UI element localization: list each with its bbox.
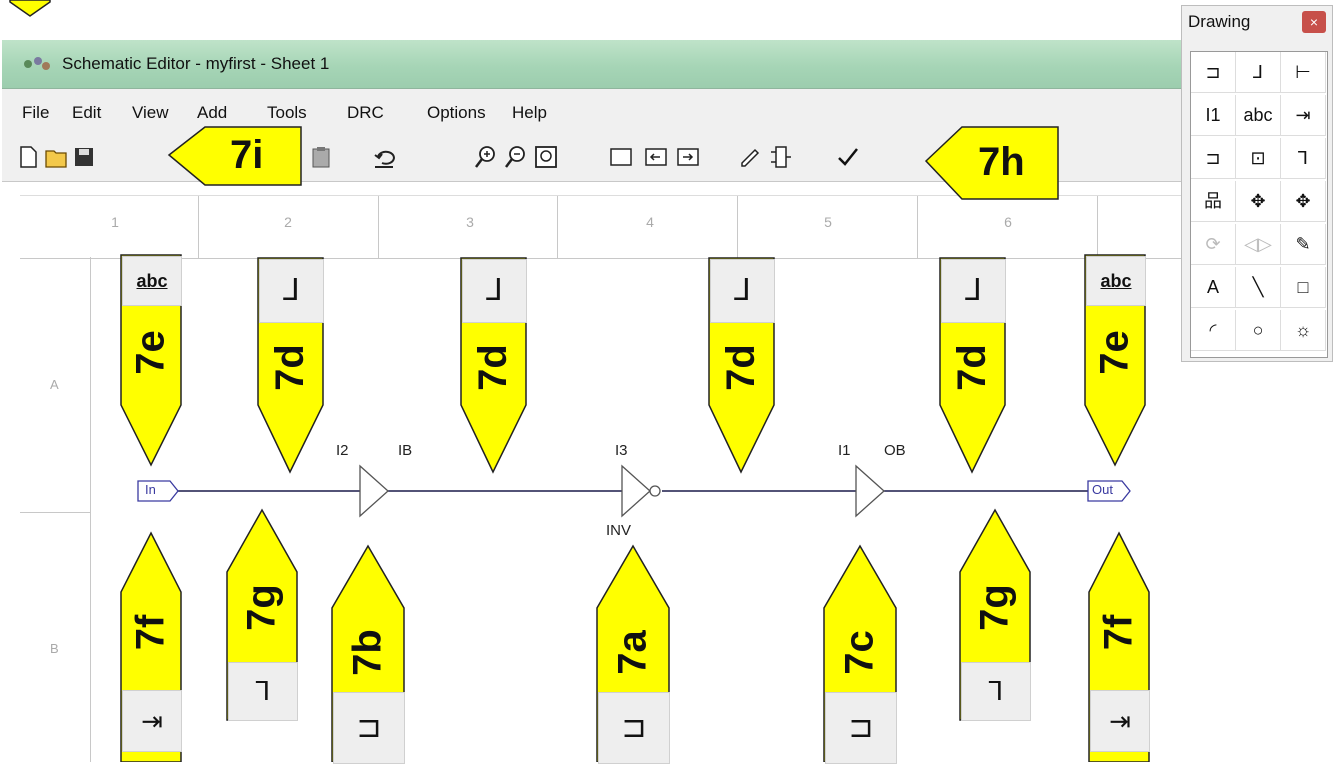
hierarchy-icon[interactable]: 品 xyxy=(1191,181,1236,222)
add-wire-icon: ⅃ xyxy=(941,259,1006,323)
add-io-marker-icon: ⇥ xyxy=(122,690,182,752)
drawing-palette: Drawing × ⊐ ⅃ ⊢ I1 abc ⇥ ⊐ ⊡ ⅂ 品 ✥ ✥ ⟳ ◁▷ ✎ A ╲ □ ◜ ○ ☼ xyxy=(1181,5,1333,362)
callout-7g-left-label: 7g xyxy=(239,584,284,631)
callout-7d-2-label: 7d xyxy=(471,344,515,391)
line-icon[interactable]: ╲ xyxy=(1236,267,1281,308)
rotate-icon[interactable]: ⟳ xyxy=(1191,224,1236,265)
add-wire-icon: ⅃ xyxy=(462,259,527,323)
add-component-icon: ⊐ xyxy=(333,692,405,764)
callout-7d-3-label: 7d xyxy=(719,344,763,391)
add-branch-icon: ⅂ xyxy=(228,662,298,721)
add-wire-icon: ⅃ xyxy=(710,259,775,323)
palette-tool-grid: ⊐ ⅃ ⊢ I1 abc ⇥ ⊐ ⊡ ⅂ 品 ✥ ✥ ⟳ ◁▷ ✎ A ╲ □ ◜ ○ ☼ xyxy=(1190,51,1328,358)
add-bus-tap-icon[interactable]: ⊐ xyxy=(1191,138,1236,179)
mirror-icon[interactable]: ◁▷ xyxy=(1236,224,1281,265)
close-icon[interactable]: × xyxy=(1302,11,1326,33)
callout-7c-label: 7c xyxy=(837,630,882,675)
add-branch-icon[interactable]: ⅂ xyxy=(1281,138,1326,179)
callout-7f-right-label: 7f xyxy=(1096,614,1141,651)
add-branch-icon: ⅂ xyxy=(961,662,1031,721)
add-component-icon[interactable]: ⊐ xyxy=(1191,52,1236,93)
callout-7f-left-label: 7f xyxy=(128,614,173,651)
pan-icon[interactable]: ✥ xyxy=(1281,181,1326,222)
add-io-marker-icon[interactable]: ⇥ xyxy=(1281,95,1326,136)
add-bus-icon[interactable]: ⊢ xyxy=(1281,52,1326,93)
callout-7b-label: 7b xyxy=(345,629,390,676)
image-icon[interactable]: ☼ xyxy=(1281,310,1326,351)
move-icon[interactable]: ✥ xyxy=(1236,181,1281,222)
add-io-marker-icon: ⇥ xyxy=(1090,690,1150,752)
add-net-name-icon: abc xyxy=(1086,256,1146,306)
callout-7a-label: 7a xyxy=(610,630,655,675)
callout-7e-left-label: 7e xyxy=(128,330,173,375)
rectangle-icon[interactable]: □ xyxy=(1281,267,1326,308)
add-instance-name-icon[interactable]: I1 xyxy=(1191,95,1236,136)
palette-title: Drawing xyxy=(1188,12,1251,31)
add-net-name-icon: abc xyxy=(122,256,182,306)
add-net-name-icon[interactable]: abc xyxy=(1236,95,1281,136)
add-wire-icon[interactable]: ⅃ xyxy=(1236,52,1281,93)
add-component-icon: ⊐ xyxy=(598,692,670,764)
add-wire-icon: ⅃ xyxy=(259,259,324,323)
add-symbol-icon[interactable]: ⊡ xyxy=(1236,138,1281,179)
text-icon[interactable]: A xyxy=(1191,267,1236,308)
add-component-icon: ⊐ xyxy=(825,692,897,764)
arc-icon[interactable]: ◜ xyxy=(1191,310,1236,351)
callout-7e-right-label: 7e xyxy=(1092,330,1137,375)
callout-7g-right-label: 7g xyxy=(972,584,1017,631)
pencil-icon[interactable]: ✎ xyxy=(1281,224,1326,265)
callout-7d-1-label: 7d xyxy=(268,344,312,391)
callout-7d-4-label: 7d xyxy=(950,344,994,391)
ellipse-icon[interactable]: ○ xyxy=(1236,310,1281,351)
